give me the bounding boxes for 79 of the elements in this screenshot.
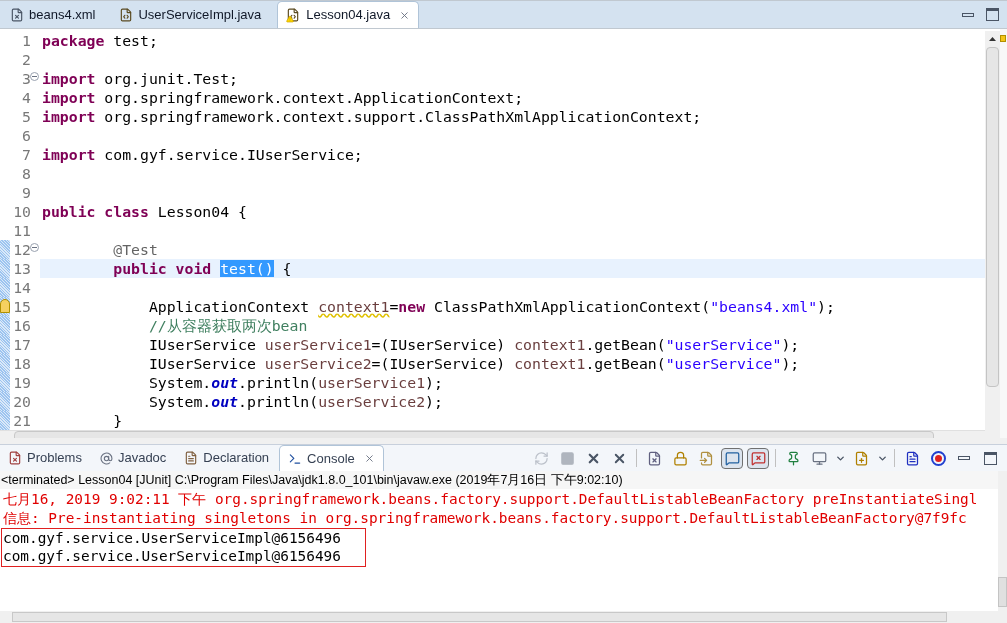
collapse-icon[interactable] (30, 243, 39, 252)
tab[interactable]: Console (279, 445, 384, 471)
speech-bubble-icon (724, 450, 740, 466)
process-status: <terminated> Lesson04 [JUnit] C:\Program Files\Java\jdk1.8.0_101\bin\javaw.exe (2019年7月16日 下午9:02:10) (0, 471, 998, 489)
vertical-scrollbar[interactable] (985, 31, 1000, 438)
line-number: 9 (22, 184, 31, 201)
code-line: ApplicationContext context1=new ClassPathXmlApplicationContext("beans4.xml"); (148, 298, 835, 315)
tab[interactable]: Lesson04.java (277, 1, 420, 28)
console-line: 七月16, 2019 9:02:11 下午 org.springframework.beans.factory.support.DefaultListableBeanFactory preInstantiateSingl (3, 490, 978, 509)
code-line: package test; (42, 32, 158, 49)
tab[interactable]: beans4.xml (2, 1, 104, 28)
line-number: 13 (13, 260, 31, 277)
collapse-icon[interactable] (30, 72, 39, 81)
code-line: import org.junit.Test; (42, 70, 238, 87)
document-icon (184, 451, 199, 465)
line-number: 16 (13, 317, 31, 334)
line-number: 20 (13, 393, 31, 410)
stop-icon (559, 450, 575, 466)
maximize-icon[interactable] (986, 8, 999, 21)
line-number: 21 (13, 412, 31, 429)
scroll-up-arrow-icon[interactable] (989, 37, 996, 41)
line-number: 17 (13, 336, 31, 353)
maximize-icon (983, 451, 997, 465)
tab[interactable]: Javadoc (91, 445, 175, 471)
line-number: 19 (13, 374, 31, 391)
line-number: 5 (22, 108, 31, 125)
code-line: System.out.println(userService1); (148, 374, 443, 391)
code-line: import org.springframework.context.ApplicationContext; (42, 89, 524, 106)
line-number: 10 (13, 203, 31, 220)
line-number: 7 (22, 146, 31, 163)
wrap-document-icon (698, 450, 714, 466)
code-line: import com.gyf.service.IUserService; (42, 146, 363, 163)
lock-icon (672, 450, 688, 466)
line-number: 18 (13, 355, 31, 372)
problems-icon (8, 451, 22, 465)
line-number: 3 (22, 70, 31, 87)
xml-file-icon (10, 7, 24, 22)
close-icon[interactable] (363, 453, 375, 464)
code-line: //从容器获取两次bean (148, 317, 308, 334)
show-output-button[interactable] (721, 447, 743, 469)
monitor-icon (811, 450, 827, 466)
code-line: System.out.println(userService2); (148, 393, 443, 410)
line-number: 15 (13, 298, 31, 315)
line-number: 1 (22, 32, 31, 49)
close-icon[interactable] (399, 9, 411, 21)
code-line: import org.springframework.context.support.ClassPathXmlApplicationContext; (42, 108, 702, 125)
console-line: com.gyf.service.UserServiceImpl@6156496 (1, 547, 366, 567)
tab[interactable]: Problems (0, 445, 90, 471)
clear-document-icon (646, 450, 662, 466)
code-line: IUserService userService1=(IUserService) context1.getBean("userService"); (148, 336, 800, 353)
tab[interactable]: UserServiceImpl.java (111, 1, 270, 28)
minimize-icon[interactable] (962, 12, 974, 17)
tab[interactable]: Declaration (176, 445, 278, 471)
code-line: IUserService userService2=(IUserService) context1.getBean("userService"); (148, 355, 800, 372)
at-sign-icon (99, 451, 113, 465)
code-line: @Test (113, 241, 158, 258)
document-icon (904, 450, 920, 466)
horizontal-scrollbar[interactable] (0, 611, 1007, 623)
line-number: 4 (22, 89, 31, 106)
line-number: 8 (22, 165, 31, 182)
code-line: } (113, 412, 123, 429)
pin-icon (785, 450, 801, 466)
console-icon (288, 451, 303, 466)
new-window-icon (853, 450, 869, 466)
line-number: 11 (13, 222, 31, 239)
vertical-scrollbar[interactable] (998, 471, 1007, 611)
minimize-icon (958, 456, 970, 460)
code-line: public class Lesson04 { (42, 203, 247, 220)
sync-icon (533, 450, 549, 466)
speech-bubble-x-icon (750, 450, 766, 466)
code-line: public void test() { (113, 260, 292, 277)
line-number: 12 (13, 241, 31, 258)
show-error-button[interactable] (747, 447, 769, 469)
line-number: 2 (22, 51, 31, 68)
line-number: 6 (22, 127, 31, 144)
java-file-icon (119, 7, 134, 22)
line-number: 14 (13, 279, 31, 296)
console-line: com.gyf.service.UserServiceImpl@6156496 (1, 528, 366, 547)
console-line: 信息: Pre-instantiating singletons in org.springframework.beans.factory.support.DefaultListableBeanFactory@7f9fc (3, 509, 967, 528)
